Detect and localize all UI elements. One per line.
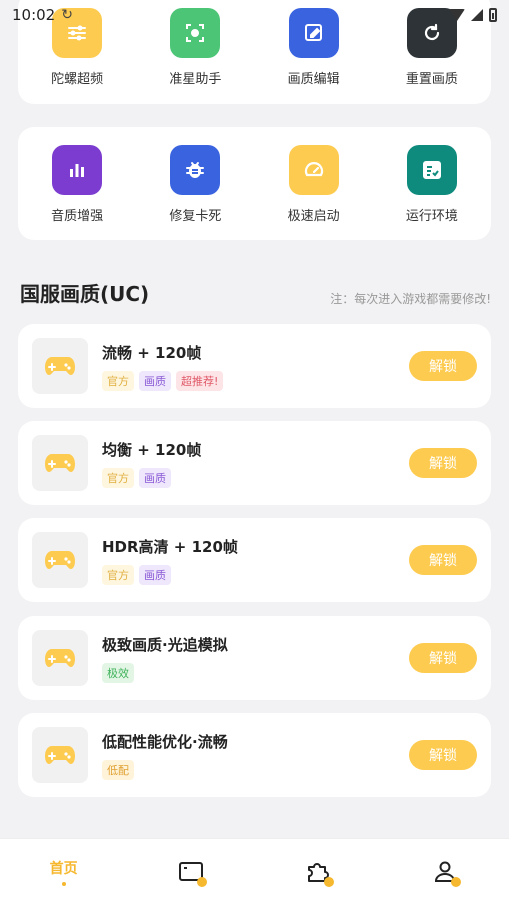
tag-official: 官方 — [102, 467, 134, 488]
preset-title: 流畅 + 120帧 — [102, 343, 202, 362]
image-icon — [178, 859, 207, 887]
preset-item: 流畅 + 120帧 官方 画质 超推荐! 解锁 — [18, 324, 491, 408]
tool-fast-launch[interactable]: 极速启动 — [264, 145, 364, 240]
preset-item: 均衡 + 120帧 官方 画质 解锁 — [18, 421, 491, 505]
unlock-button[interactable]: 解锁 — [409, 448, 477, 478]
preset-item: HDR高清 + 120帧 官方 画质 解锁 — [18, 518, 491, 602]
tool-label: 重置画质 — [405, 72, 458, 87]
cellular-icon — [471, 9, 483, 21]
tag-effect: 极效 — [102, 662, 134, 683]
nav-profile[interactable] — [405, 852, 485, 892]
tag-quality: 画质 — [139, 370, 171, 391]
checklist-icon — [406, 145, 457, 195]
nav-badge — [451, 877, 462, 887]
preset-item: 极致画质·光追模拟 极效 解锁 — [18, 616, 491, 700]
section-title: 国服画质(UC) — [20, 282, 150, 306]
preset-title: 低配性能优化·流畅 — [102, 732, 228, 751]
bar-chart-icon — [52, 145, 103, 195]
tool-label: 修复卡死 — [169, 209, 222, 224]
preset-info: 低配性能优化·流畅 低配 — [102, 731, 409, 780]
gamepad-icon — [32, 532, 88, 588]
tool-label: 极速启动 — [287, 209, 340, 224]
tool-label: 准星助手 — [169, 72, 222, 87]
bottom-nav: 首页 — [0, 838, 509, 905]
preset-title: 均衡 + 120帧 — [102, 440, 202, 459]
preset-tags: 极效 — [102, 662, 409, 683]
preset-item: 低配性能优化·流畅 低配 解锁 — [18, 713, 491, 797]
gamepad-icon — [32, 338, 88, 394]
preset-info: 流畅 + 120帧 官方 画质 超推荐! — [102, 342, 409, 391]
gamepad-icon — [32, 630, 88, 686]
tag-quality: 画质 — [139, 564, 171, 585]
tool-label: 画质编辑 — [287, 72, 340, 87]
nav-home-label: 首页 — [49, 861, 78, 877]
speedometer-icon — [288, 145, 339, 195]
wifi-icon — [449, 9, 465, 21]
tool-label: 音质增强 — [51, 209, 104, 224]
preset-title: 极致画质·光追模拟 — [102, 635, 228, 654]
section-note: 注：每次进入游戏都需要修改! — [330, 292, 491, 306]
status-bar: 10:02 ↻ — [0, 0, 509, 30]
tag-official: 官方 — [102, 370, 134, 391]
unlock-button[interactable]: 解锁 — [409, 740, 477, 770]
nav-gallery[interactable] — [151, 852, 231, 892]
tag-official: 官方 — [102, 564, 134, 585]
preset-tags: 官方 画质 — [102, 467, 409, 488]
unlock-button[interactable]: 解锁 — [409, 545, 477, 575]
tag-low-spec: 低配 — [102, 759, 134, 780]
unlock-button[interactable]: 解锁 — [409, 351, 477, 381]
nav-plugins[interactable] — [278, 852, 358, 892]
user-icon — [432, 859, 462, 887]
preset-info: 极致画质·光追模拟 极效 — [102, 634, 409, 683]
bug-icon — [170, 145, 221, 195]
preset-tags: 低配 — [102, 759, 409, 780]
tool-label: 运行环境 — [405, 209, 458, 224]
preset-tags: 官方 画质 — [102, 564, 409, 585]
status-indicators — [449, 8, 497, 22]
preset-tags: 官方 画质 超推荐! — [102, 370, 409, 391]
nav-badge — [324, 877, 335, 887]
preset-title: HDR高清 + 120帧 — [102, 537, 238, 556]
preset-info: 均衡 + 120帧 官方 画质 — [102, 439, 409, 488]
tool-fix-freeze[interactable]: 修复卡死 — [145, 145, 245, 240]
puzzle-icon — [305, 859, 335, 887]
status-time: 10:02 — [12, 6, 56, 24]
nav-home[interactable]: 首页 — [24, 852, 104, 892]
tool-audio-enhance[interactable]: 音质增强 — [27, 145, 127, 240]
gamepad-icon — [32, 435, 88, 491]
tools-card-bottom: 音质增强 修复卡死 极速启动 运行环境 — [18, 127, 491, 240]
sync-icon: ↻ — [61, 7, 73, 23]
preset-info: HDR高清 + 120帧 官方 画质 — [102, 536, 409, 585]
tool-runtime-env[interactable]: 运行环境 — [382, 145, 482, 240]
nav-badge — [196, 877, 207, 887]
tag-recommend: 超推荐! — [176, 370, 224, 391]
nav-active-dot — [61, 882, 66, 886]
tool-label: 陀螺超频 — [51, 72, 104, 87]
unlock-button[interactable]: 解锁 — [409, 643, 477, 673]
gamepad-icon — [32, 727, 88, 783]
battery-icon — [489, 8, 497, 22]
tag-quality: 画质 — [139, 467, 171, 488]
